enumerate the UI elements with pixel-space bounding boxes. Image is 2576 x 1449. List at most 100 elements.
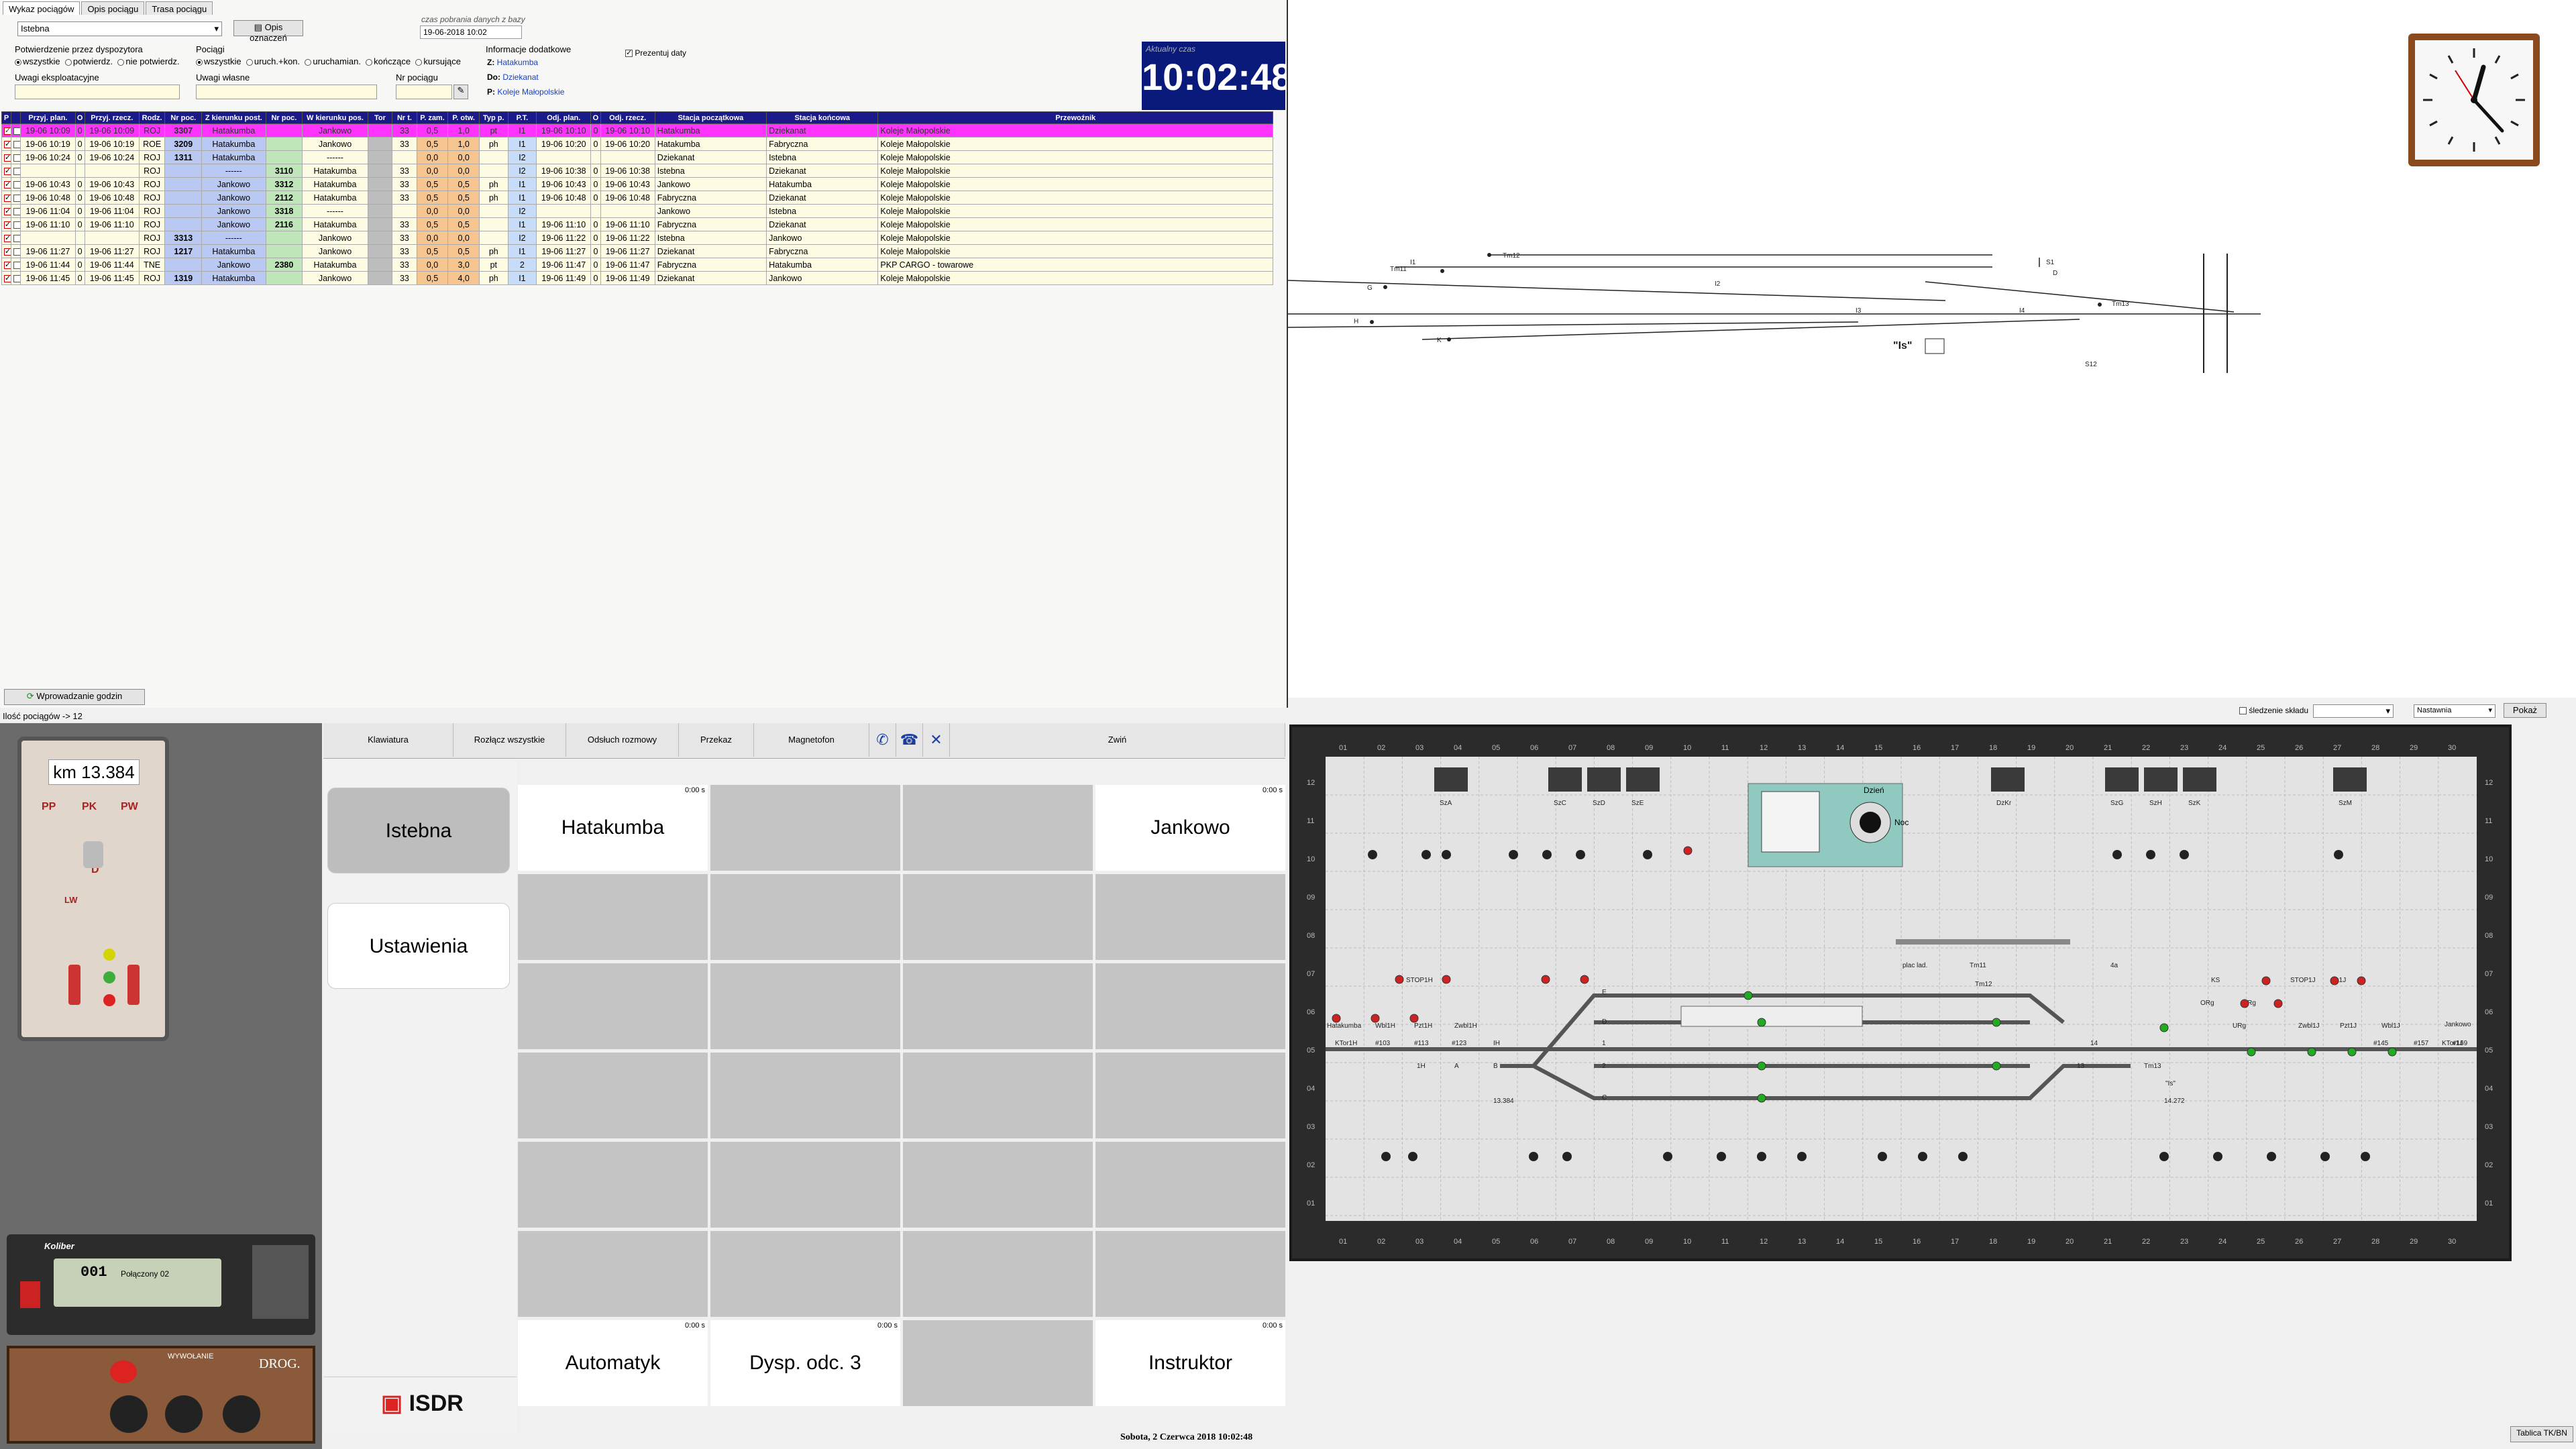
- panel-button[interactable]: [1958, 1152, 1968, 1161]
- signal-lamp[interactable]: [2347, 1047, 2357, 1057]
- signal-lamp[interactable]: [2159, 1023, 2169, 1032]
- show-dates-option[interactable]: Prezentuj daty: [625, 48, 686, 58]
- signal-lamp[interactable]: [2330, 976, 2339, 985]
- empty-call-cell[interactable]: [903, 874, 1093, 960]
- checkbox-icon[interactable]: [13, 127, 20, 135]
- panel-button[interactable]: [1576, 850, 1585, 859]
- menu-item[interactable]: ✕: [923, 723, 950, 757]
- empty-call-cell[interactable]: [518, 1053, 708, 1138]
- radio-trains-ending[interactable]: [366, 58, 373, 66]
- row-checkbox[interactable]: [11, 204, 21, 218]
- row-checkbox[interactable]: [11, 177, 21, 191]
- menu-item[interactable]: Klawiatura: [323, 723, 453, 757]
- menu-item[interactable]: ☎: [896, 723, 923, 757]
- menu-item[interactable]: Przekaz: [679, 723, 754, 757]
- column-header[interactable]: O: [590, 111, 601, 124]
- signal-lamp[interactable]: [1442, 975, 1451, 984]
- empty-call-cell[interactable]: [518, 874, 708, 960]
- row-checkbox[interactable]: [1, 258, 12, 272]
- radio-unconfirmed[interactable]: [117, 58, 125, 66]
- panel-button[interactable]: [2320, 1152, 2330, 1161]
- empty-call-cell[interactable]: [710, 963, 900, 1049]
- panel-button[interactable]: [2213, 1152, 2222, 1161]
- row-checkbox[interactable]: [1, 244, 12, 258]
- signal-lamp[interactable]: [1395, 975, 1404, 984]
- panel-button[interactable]: [2112, 850, 2122, 859]
- empty-call-cell[interactable]: [903, 963, 1093, 1049]
- row-checkbox[interactable]: [1, 177, 12, 191]
- checkbox-icon[interactable]: [4, 154, 11, 162]
- column-header[interactable]: P.T.: [507, 111, 537, 124]
- menu-item[interactable]: Odsłuch rozmowy: [566, 723, 679, 757]
- table-row[interactable]: 19-06 10:48019-06 10:48ROJJankowo2112Hat…: [1, 191, 1273, 205]
- panel-button[interactable]: [1421, 850, 1431, 859]
- row-checkbox[interactable]: [11, 244, 21, 258]
- column-header[interactable]: Nr poc.: [164, 111, 203, 124]
- column-header[interactable]: Nr poc.: [265, 111, 303, 124]
- checkbox-icon[interactable]: [4, 261, 11, 269]
- empty-call-cell[interactable]: [710, 1053, 900, 1138]
- signal-lamp[interactable]: [1541, 975, 1550, 984]
- checkbox-icon[interactable]: [13, 234, 20, 242]
- table-row[interactable]: 19-06 11:45019-06 11:45ROJ1319HatakumbaJ…: [1, 271, 1273, 285]
- empty-call-cell[interactable]: [518, 963, 708, 1049]
- checkbox-icon[interactable]: [4, 248, 11, 256]
- column-header[interactable]: Odj. plan.: [536, 111, 592, 124]
- train-number-input[interactable]: [396, 85, 452, 99]
- signal-lamp[interactable]: [2357, 976, 2366, 985]
- column-header[interactable]: Tor: [367, 111, 393, 124]
- radio-trains-all[interactable]: [196, 58, 203, 66]
- row-checkbox[interactable]: [1, 164, 12, 178]
- column-header[interactable]: Rodz.: [138, 111, 166, 124]
- table-row[interactable]: 19-06 10:24019-06 10:24ROJ1311Hatakumba-…: [1, 150, 1273, 164]
- row-checkbox[interactable]: [11, 271, 21, 285]
- lever-left[interactable]: [68, 965, 80, 1005]
- checkbox-icon[interactable]: [4, 180, 11, 189]
- empty-call-cell[interactable]: [518, 1231, 708, 1317]
- empty-call-cell[interactable]: [1095, 874, 1285, 960]
- enter-hours-button[interactable]: ⟳ Wprowadzanie godzin: [4, 689, 145, 705]
- station-current-button[interactable]: Istebna: [327, 788, 510, 873]
- checkbox-icon[interactable]: [13, 261, 20, 269]
- call-cell[interactable]: Instruktor 0:00 s: [1095, 1320, 1285, 1406]
- table-row[interactable]: 19-06 10:19019-06 10:19ROE3209HatakumbaJ…: [1, 137, 1273, 151]
- menu-item[interactable]: Magnetofon: [754, 723, 869, 757]
- radio-trains-starting[interactable]: [305, 58, 312, 66]
- row-checkbox[interactable]: [11, 164, 21, 178]
- signal-lamp[interactable]: [2307, 1047, 2316, 1057]
- menu-item[interactable]: Zwiń: [950, 723, 1285, 757]
- row-checkbox[interactable]: [1, 191, 12, 205]
- column-header[interactable]: Przyj. plan.: [20, 111, 76, 124]
- row-checkbox[interactable]: [11, 150, 21, 164]
- panel-button[interactable]: [1918, 1152, 1927, 1161]
- signal-lamp[interactable]: [2247, 1047, 2256, 1057]
- station-select[interactable]: Istebna ▾: [17, 21, 222, 36]
- empty-call-cell[interactable]: [710, 1231, 900, 1317]
- table-tk-bn-button[interactable]: Tablica TK/BN: [2510, 1426, 2573, 1442]
- table-row[interactable]: 19-06 11:27019-06 11:27ROJ1217HatakumbaJ…: [1, 244, 1273, 258]
- empty-call-cell[interactable]: [1095, 1142, 1285, 1228]
- menu-item[interactable]: Rozłącz wszystkie: [453, 723, 566, 757]
- signal-lamp[interactable]: [2240, 999, 2249, 1008]
- signal-lamp[interactable]: [1580, 975, 1589, 984]
- panel-button[interactable]: [1878, 1152, 1887, 1161]
- panel-button[interactable]: [2334, 850, 2343, 859]
- panel-button[interactable]: [1408, 1152, 1417, 1161]
- knob-2[interactable]: [165, 1395, 203, 1433]
- signal-lamp[interactable]: [1757, 1061, 1766, 1071]
- view-select[interactable]: Nastawnia ▾: [2414, 704, 2496, 718]
- signal-lamp[interactable]: [1332, 1014, 1341, 1023]
- signal-lamp[interactable]: [1409, 1014, 1419, 1023]
- column-header[interactable]: P. otw.: [447, 111, 480, 124]
- table-row[interactable]: 19-06 11:04019-06 11:04ROJJankowo3318---…: [1, 204, 1273, 218]
- call-cell[interactable]: [903, 785, 1093, 871]
- panel-button[interactable]: [1542, 850, 1552, 859]
- menu-item[interactable]: ✆: [869, 723, 896, 757]
- checkbox-icon[interactable]: [4, 234, 11, 242]
- panel-button[interactable]: [1368, 850, 1377, 859]
- table-row[interactable]: 19-06 10:09019-06 10:09ROJ3307HatakumbaJ…: [1, 123, 1273, 138]
- checkbox-icon[interactable]: [13, 180, 20, 189]
- panel-button[interactable]: [2361, 1152, 2370, 1161]
- signal-lamp[interactable]: [1743, 991, 1753, 1000]
- row-checkbox[interactable]: [11, 231, 21, 245]
